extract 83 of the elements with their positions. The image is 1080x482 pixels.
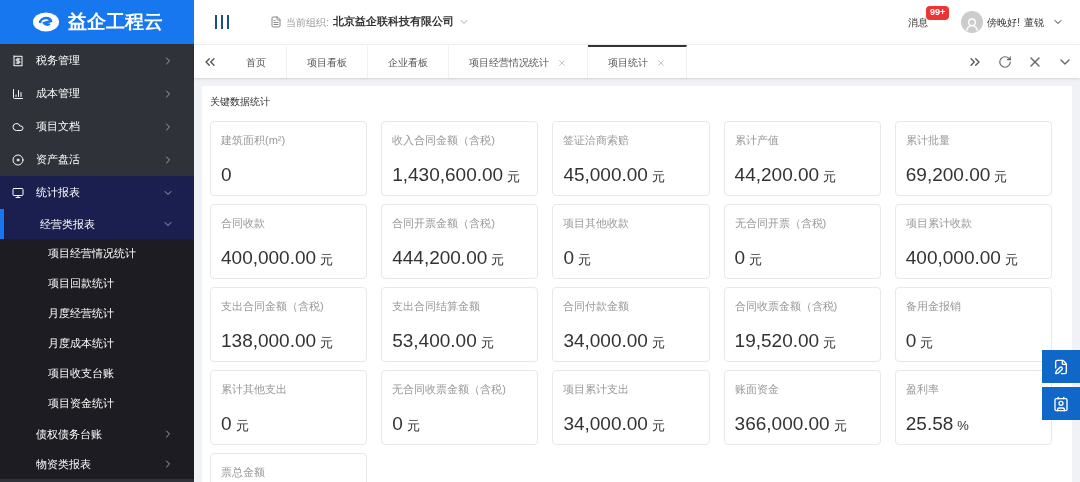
menu-icon[interactable]: [214, 14, 230, 30]
sidebar-item[interactable]: 统计报表: [0, 176, 194, 209]
sidebar-item[interactable]: 税务管理: [0, 44, 194, 77]
sidebar-subitem[interactable]: 债权债务台账: [0, 419, 194, 449]
logo-text: 益企工程云: [67, 9, 163, 34]
count-badge: 99+: [925, 6, 950, 20]
stat-value: 0 元: [734, 245, 764, 270]
cloud-icon: [12, 120, 24, 133]
messages-link[interactable]: 消息: [907, 14, 928, 30]
stat-label: 备用金报销: [905, 299, 962, 314]
feedback-button[interactable]: [1042, 350, 1080, 383]
stat-label: 支出合同结算金额: [392, 299, 482, 314]
stat-label: 盈利率: [905, 382, 940, 397]
contact-card-icon: [1053, 395, 1069, 412]
stat-label: 建筑面积(m²): [221, 133, 287, 148]
stat-value: 25.58 %: [905, 411, 970, 436]
panel-title: 关键数据统计: [210, 95, 271, 109]
sidebar-subitem[interactable]: 经营类报表: [0, 209, 194, 239]
sidebar-item[interactable]: 项目文档: [0, 110, 194, 143]
stat-value: 444,200.00 元: [392, 245, 506, 270]
tab[interactable]: 项目统计: [588, 45, 687, 78]
tab[interactable]: 首页: [226, 45, 287, 78]
stat-value: 138,000.00 元: [221, 328, 335, 353]
close-icon[interactable]: [557, 57, 567, 68]
stat-value: 34,000.00 元: [563, 328, 666, 353]
stat-label: 无合同开票（含税): [734, 216, 828, 231]
stat-value: 34,000.00 元: [563, 411, 666, 436]
stat-value: 366,000.00 元: [734, 411, 848, 436]
stat-label: 项目累计支出: [563, 382, 631, 397]
logo-icon: [31, 11, 60, 33]
stat-label: 累计批量: [905, 133, 951, 148]
stat-value: 0 元: [563, 245, 592, 270]
stat-value: 400,000.00 元: [221, 245, 335, 270]
stat-label: 无合同收票金额（含税): [392, 382, 507, 397]
stat-label: 合同收票金额（含税): [734, 299, 839, 314]
stat-value: 0 元: [905, 328, 935, 353]
stat-value: 0: [221, 162, 233, 187]
edit-document-icon: [1053, 358, 1069, 375]
greeting: 傍晚好!: [987, 15, 1020, 30]
stat-value: 1,430,600.00 元: [392, 162, 522, 187]
stat-label: 收入合同金额（含税): [392, 133, 496, 148]
sidebar-leaf[interactable]: 项目收支台账: [0, 359, 194, 389]
sidebar-leaf[interactable]: 月度成本统计: [0, 329, 194, 359]
bar-chart-icon: [12, 87, 24, 100]
tab[interactable]: 项目看板: [287, 45, 368, 78]
stat-label: 合同收款: [221, 216, 266, 231]
stat-value: 53,400.00 元: [392, 328, 495, 353]
stat-value: 69,200.00 元: [905, 162, 1009, 187]
document-icon: [270, 16, 282, 28]
stat-value: 0 元: [392, 411, 421, 436]
stat-label: 支出合同金额（含税): [221, 299, 325, 314]
avatar: [961, 11, 984, 33]
stat-label: 合同付款金额: [563, 299, 631, 314]
stat-label: 项目其他收款: [563, 216, 631, 231]
refresh-icon: [998, 54, 1012, 69]
stat-value: 0 元: [221, 411, 250, 436]
contact-button[interactable]: [1042, 387, 1080, 420]
stat-value: 400,000.00 元: [905, 245, 1019, 270]
stat-value: 45,000.00 元: [563, 162, 666, 187]
stat-value: 19,520.00 元: [734, 328, 838, 353]
sidebar-subitem[interactable]: 物资类报表: [0, 449, 194, 479]
stat-label: 签证洽商索赔: [563, 133, 631, 148]
stat-label: 票总金额: [221, 465, 266, 480]
sidebar-leaf[interactable]: 月度经营统计: [0, 299, 194, 329]
user-name[interactable]: 董锐: [1024, 14, 1044, 30]
org-label: 当前组织:: [286, 15, 329, 30]
stat-label: 累计其他支出: [221, 382, 288, 397]
sidebar-item[interactable]: 资产盘活: [0, 143, 194, 176]
stat-label: 合同开票金额（含税): [392, 216, 496, 231]
monitor-icon: [12, 186, 24, 199]
stat-label: 项目累计收款: [905, 216, 973, 231]
sidebar-leaf[interactable]: 项目经营情况统计: [0, 239, 194, 269]
close-icon[interactable]: [656, 57, 666, 68]
sidebar-leaf[interactable]: 项目资金统计: [0, 389, 194, 419]
receipt-icon: [12, 54, 24, 67]
tab[interactable]: 企业看板: [368, 45, 449, 78]
stat-label: 累计产值: [734, 133, 780, 148]
stat-label: 账面资金: [734, 382, 780, 397]
sidebar-leaf[interactable]: 项目回款统计: [0, 269, 194, 299]
stat-value: 44,200.00 元: [734, 162, 838, 187]
sidebar-item[interactable]: 成本管理: [0, 77, 194, 110]
disc-icon: [12, 153, 24, 166]
org-name[interactable]: 北京益企联科技有限公司: [332, 14, 454, 30]
